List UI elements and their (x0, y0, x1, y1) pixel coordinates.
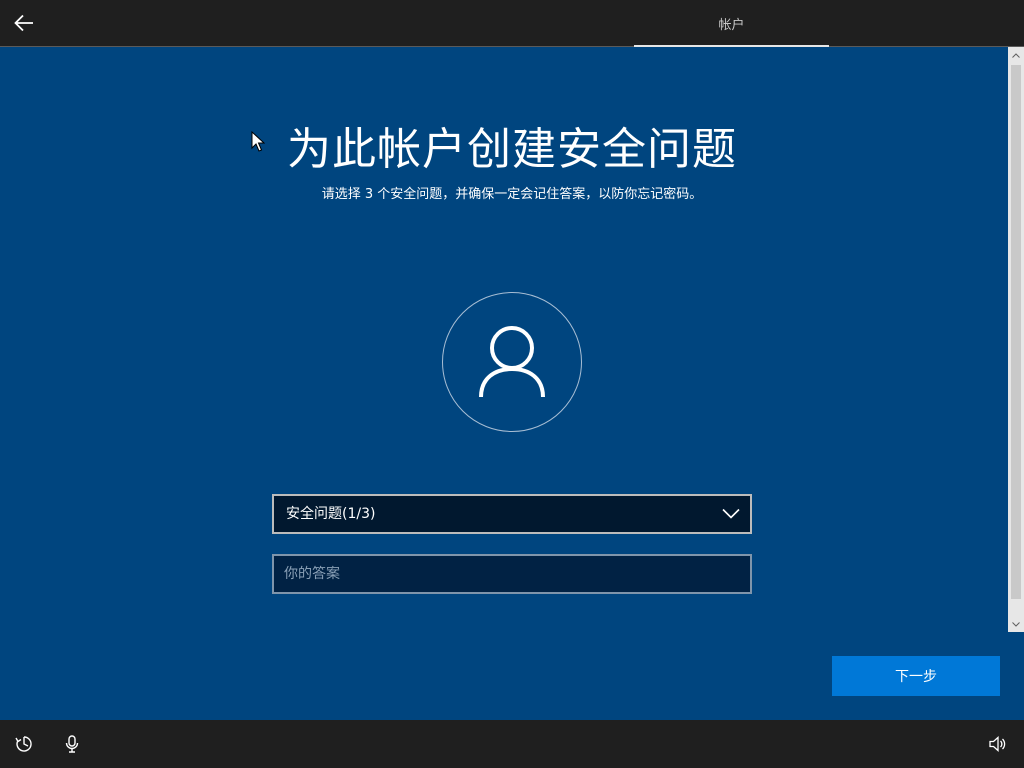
chevron-down-icon (1012, 621, 1020, 627)
answer-field (272, 554, 752, 594)
tab-active-indicator (634, 45, 829, 47)
tab-account: 帐户 (634, 0, 829, 47)
top-bar: 帐户 (0, 0, 1024, 47)
microphone-icon (65, 735, 79, 753)
next-button[interactable]: 下一步 (832, 656, 1000, 696)
back-button[interactable] (8, 7, 40, 39)
ease-of-access-icon (15, 736, 32, 752)
scroll-up-button[interactable] (1008, 47, 1024, 63)
volume-button[interactable] (988, 734, 1008, 754)
chevron-down-icon (722, 508, 740, 519)
user-icon (479, 326, 545, 398)
page-title: 为此帐户创建安全问题 (287, 124, 737, 175)
scroll-down-button[interactable] (1008, 616, 1024, 632)
volume-icon (989, 736, 1006, 752)
back-arrow-icon (14, 14, 33, 32)
security-question-dropdown[interactable]: 安全问题(1/3) (272, 494, 752, 534)
bottom-bar (0, 720, 1024, 768)
answer-input[interactable] (274, 556, 750, 592)
ease-of-access-button[interactable] (14, 734, 34, 754)
page-subtitle: 请选择 3 个安全问题，并确保一定会记住答案，以防你忘记密码。 (321, 187, 703, 202)
avatar (442, 292, 582, 432)
security-question-selected: 安全问题(1/3) (286, 506, 376, 522)
microphone-button[interactable] (62, 734, 82, 754)
chevron-up-icon (1012, 52, 1020, 58)
tab-account-label: 帐户 (718, 17, 745, 33)
